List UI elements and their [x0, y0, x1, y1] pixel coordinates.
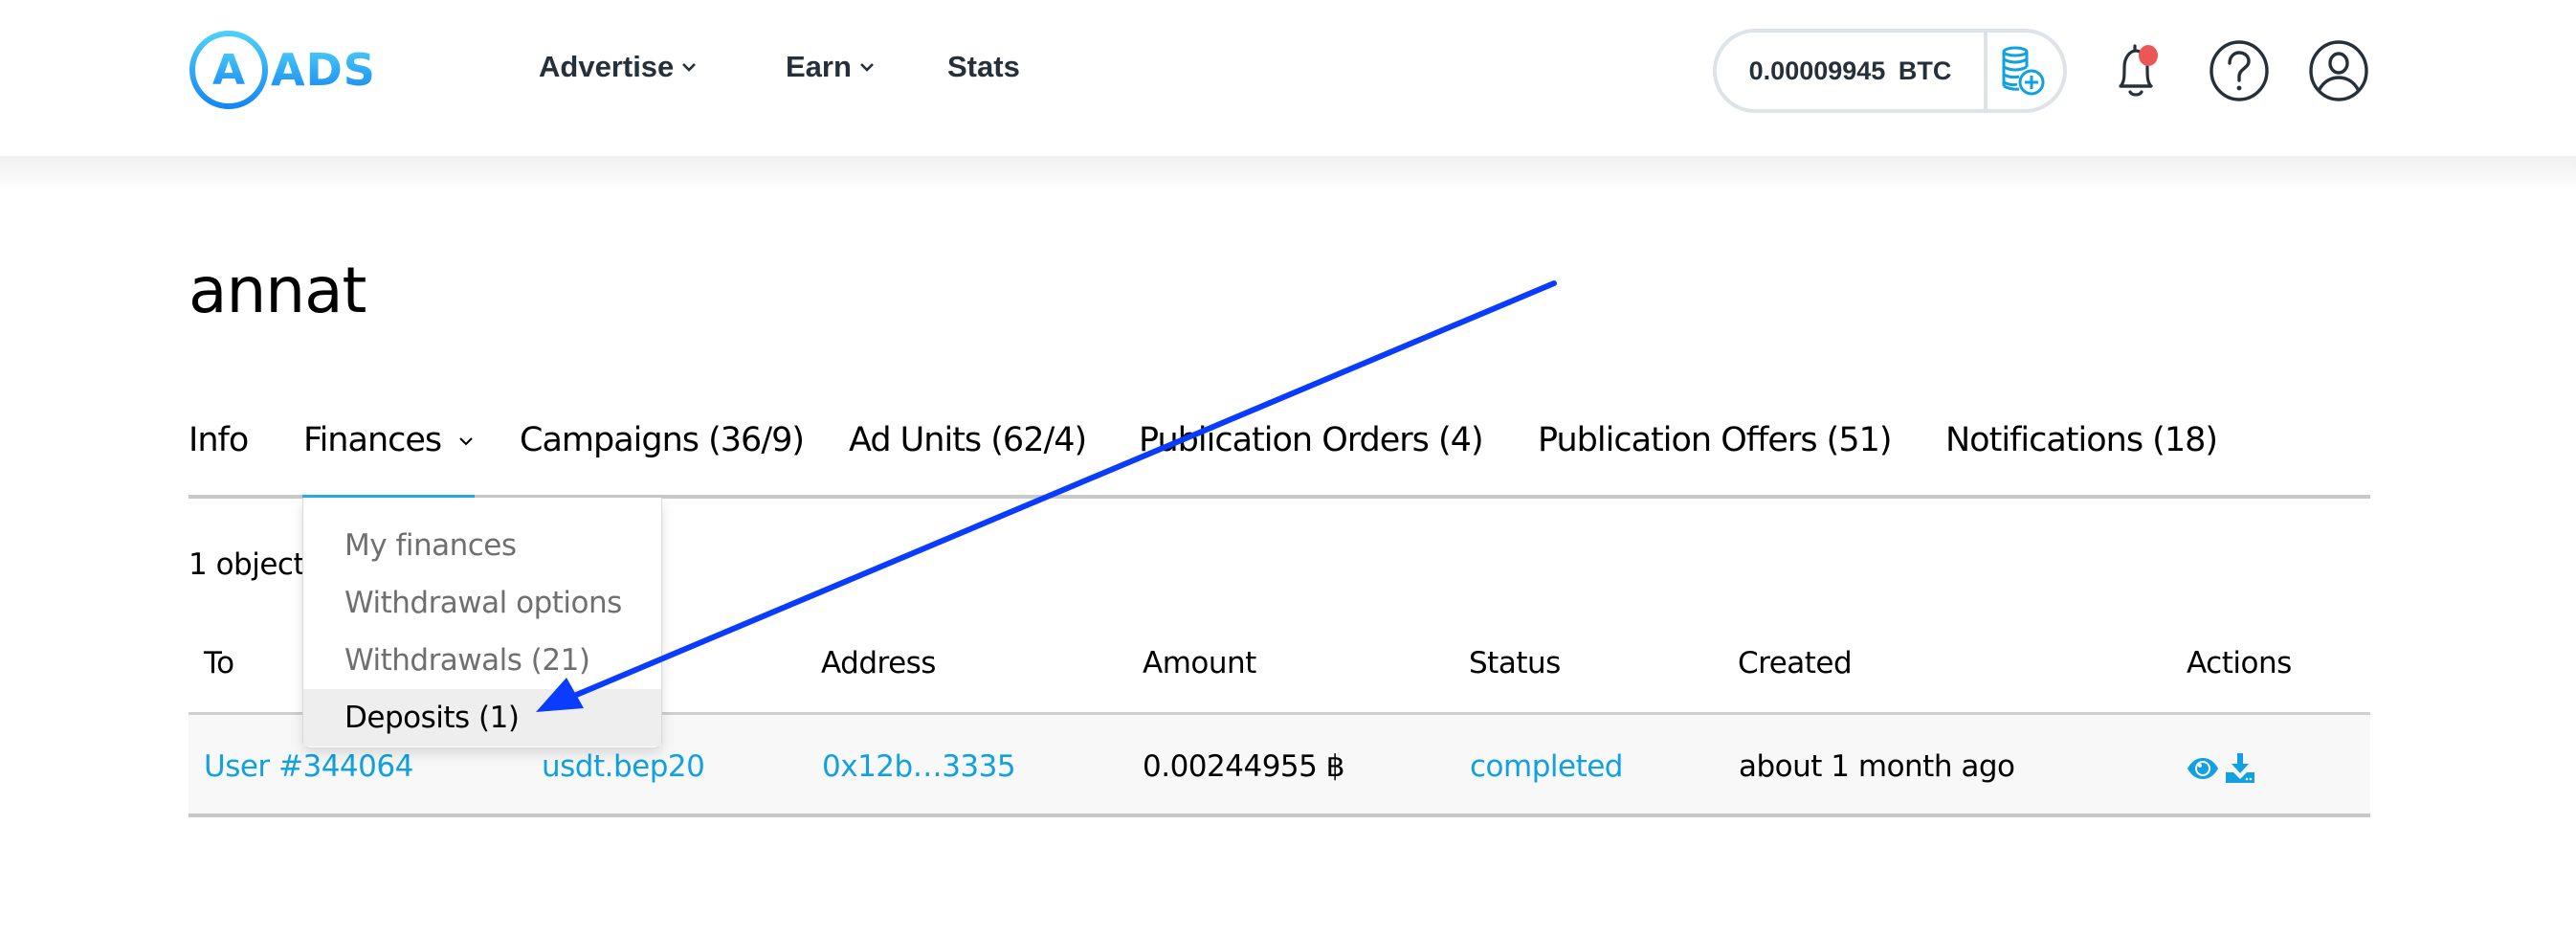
- table-row-divider: [189, 813, 2370, 817]
- balance-value: 0.00009945: [1748, 56, 1886, 85]
- coins-plus-icon: [2002, 46, 2044, 96]
- svg-text:A: A: [212, 46, 245, 95]
- tab-publication-offers[interactable]: Publication Offers (51): [1538, 421, 1893, 459]
- menu-item-withdrawals[interactable]: Withdrawals (21): [303, 632, 661, 689]
- tab-ad-units[interactable]: Ad Units (62/4): [849, 421, 1087, 459]
- top-header: A ADS Advertise Earn Stats 0.00009945 BT…: [0, 0, 2576, 156]
- notifications-button[interactable]: [2107, 40, 2168, 101]
- row-actions: [2187, 753, 2255, 788]
- menu-item-withdrawal-options[interactable]: Withdrawal options: [303, 574, 661, 632]
- tab-notifications-label: Notifications (18): [1945, 421, 2218, 459]
- column-header-actions: Actions: [2187, 646, 2292, 680]
- tab-campaigns-label: Campaigns (36/9): [520, 421, 805, 459]
- tab-info[interactable]: Info: [189, 421, 249, 459]
- profile-tabs: Info Finances Campaigns (36/9) Ad Units …: [189, 421, 2370, 498]
- balance-amount[interactable]: 0.00009945 BTC: [1717, 33, 1988, 109]
- tab-ad-units-label: Ad Units (62/4): [849, 421, 1087, 459]
- column-header-amount[interactable]: Amount: [1143, 646, 1256, 680]
- method-link[interactable]: usdt.bep20: [542, 749, 705, 784]
- column-header-created[interactable]: Created: [1738, 646, 1853, 680]
- amount-value: 0.00244955 ฿: [1143, 749, 1344, 784]
- balance-widget: 0.00009945 BTC: [1713, 29, 2067, 113]
- download-button[interactable]: [2225, 753, 2255, 788]
- nav-stats-label: Stats: [947, 50, 1020, 83]
- tab-notifications[interactable]: Notifications (18): [1945, 421, 2218, 459]
- column-header-status[interactable]: Status: [1469, 646, 1561, 680]
- chevron-down-icon: [682, 63, 697, 72]
- tab-info-label: Info: [189, 421, 249, 459]
- tab-publication-offers-label: Publication Offers (51): [1538, 421, 1893, 459]
- page-title: annat: [189, 254, 366, 327]
- recipient-link[interactable]: User #344064: [204, 749, 413, 784]
- balance-currency: BTC: [1898, 56, 1952, 85]
- header-shadow: [0, 156, 2576, 190]
- chevron-down-icon: [860, 63, 874, 72]
- profile-button[interactable]: [2308, 40, 2369, 101]
- menu-item-deposits[interactable]: Deposits (1): [303, 689, 661, 747]
- status-link[interactable]: completed: [1470, 749, 1623, 784]
- chevron-down-icon: [459, 437, 473, 446]
- nav-earn-label: Earn: [786, 50, 852, 83]
- aads-logo[interactable]: A ADS: [189, 27, 399, 113]
- tab-finances-label: Finances: [303, 421, 442, 459]
- created-value: about 1 month ago: [1739, 749, 2015, 784]
- tab-finances[interactable]: Finances: [303, 421, 474, 459]
- nav-stats[interactable]: Stats: [947, 50, 1020, 84]
- help-circle-icon: [2210, 40, 2269, 101]
- user-circle-icon: [2309, 40, 2368, 101]
- tab-publication-orders-label: Publication Orders (4): [1139, 421, 1484, 459]
- address-link[interactable]: 0x12b…3335: [822, 749, 1016, 784]
- bell-icon: [2119, 44, 2158, 97]
- help-button[interactable]: [2209, 40, 2270, 101]
- menu-item-my-finances[interactable]: My finances: [303, 517, 661, 574]
- download-icon: [2226, 753, 2254, 783]
- svg-text:ADS: ADS: [271, 44, 376, 96]
- logo-icon: A ADS: [189, 31, 376, 109]
- column-header-to[interactable]: To: [204, 646, 234, 680]
- view-button[interactable]: [2187, 757, 2219, 784]
- tab-publication-orders[interactable]: Publication Orders (4): [1139, 421, 1484, 459]
- nav-advertise[interactable]: Advertise: [539, 50, 697, 84]
- notification-badge: [2139, 45, 2158, 66]
- finances-dropdown-menu: My finances Withdrawal options Withdrawa…: [302, 498, 662, 748]
- tab-campaigns[interactable]: Campaigns (36/9): [520, 421, 805, 459]
- column-header-address[interactable]: Address: [821, 646, 936, 680]
- eye-icon: [2187, 758, 2218, 779]
- add-funds-button[interactable]: [1988, 33, 2063, 109]
- nav-advertise-label: Advertise: [539, 50, 675, 83]
- object-count: 1 object: [189, 547, 305, 582]
- nav-earn[interactable]: Earn: [786, 50, 875, 84]
